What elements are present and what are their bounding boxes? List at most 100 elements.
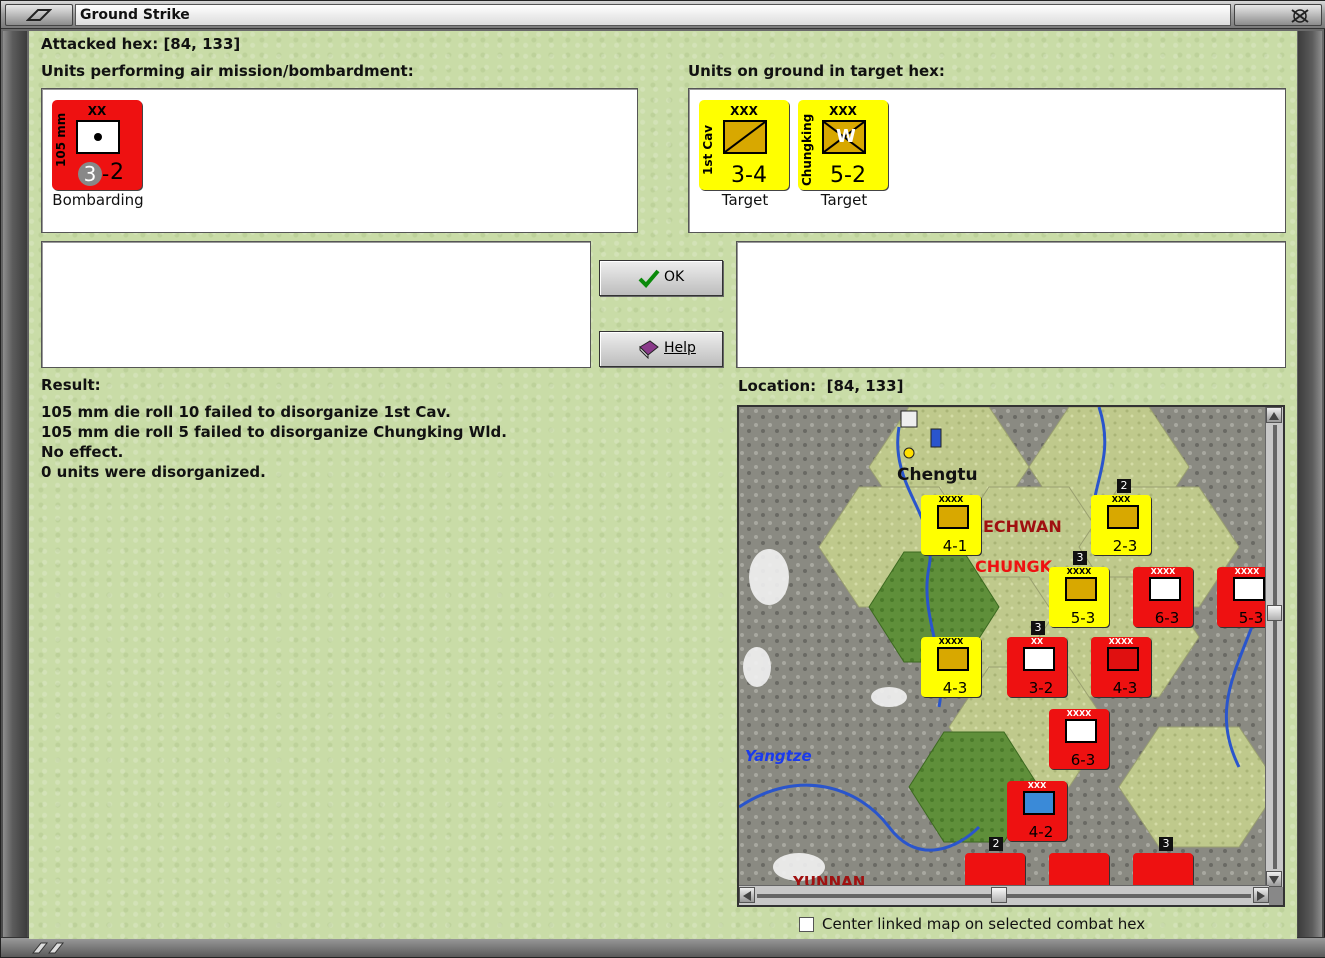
counter-size: XXXX (1066, 709, 1092, 718)
map-river-label: Yangtze (745, 747, 812, 765)
counter-size: XX (1030, 637, 1044, 646)
counter-size: XXX (1111, 495, 1131, 504)
map-unit-counter[interactable]: XXXX 5-3 (1049, 567, 1109, 627)
counter-size: XXX (1027, 781, 1047, 790)
title-bar[interactable]: Ground Strike (1, 1, 1325, 29)
resize-grip-icon (31, 942, 65, 954)
scroll-up-button[interactable] (1266, 407, 1282, 423)
unit-counter-chungking[interactable]: XXX Chungking W 5-2 (798, 100, 888, 190)
unit-symbol-icon (937, 647, 969, 671)
unit-symbol-icon (1107, 505, 1139, 529)
counter-strength: 2-3 (1112, 537, 1138, 555)
window-menu-button[interactable] (5, 4, 73, 26)
hex-map-terrain (739, 407, 1269, 887)
scroll-right-button[interactable] (1253, 887, 1269, 903)
dialog-content: Attacked hex: [84, 133] Units performing… (29, 31, 1297, 939)
counter-strength: 4-3 (942, 679, 968, 697)
map-vertical-scrollbar[interactable] (1265, 407, 1283, 887)
arrow-left-icon (743, 891, 751, 901)
stack-badge: 3 (1031, 621, 1045, 635)
unit-symbol-icon (937, 505, 969, 529)
map-unit-counter[interactable]: XXX 4-2 (1007, 781, 1067, 841)
unit-symbol-icon (1107, 647, 1139, 671)
scroll-thumb[interactable] (991, 887, 1007, 903)
hex-map-view[interactable]: Chengtu ECHWAN CHUNGK Yangtze YUNNAN XXX… (737, 405, 1285, 907)
counter-strength: 6-3 (1154, 609, 1180, 627)
unit-strength: 5-2 (830, 163, 866, 188)
help-label: Help (664, 340, 696, 356)
unit-defense-value: 2 (110, 160, 124, 185)
unit-symbol-icon (1149, 577, 1181, 601)
scroll-left-button[interactable] (739, 887, 755, 903)
bottom-frame-edge[interactable] (1, 937, 1325, 957)
ground-unit-status: Target (721, 191, 769, 209)
unit-strength: 3-4 (731, 163, 767, 188)
counter-size: XXXX (938, 637, 964, 646)
stack-badge: 2 (1117, 479, 1131, 493)
location-value: [84, 133] (826, 377, 904, 395)
counter-size: XXXX (1150, 567, 1176, 576)
result-heading: Result: (41, 376, 101, 394)
ok-button[interactable]: OK (599, 260, 723, 296)
result-line: 105 mm die roll 5 failed to disorganize … (41, 423, 507, 441)
unit-symbol-icon (1065, 719, 1097, 743)
ground-unit-status: Target (820, 191, 868, 209)
map-unit-counter[interactable]: XXXX 4-3 (1091, 637, 1151, 697)
unit-symbol-icon (1023, 791, 1055, 815)
help-book-icon (639, 340, 659, 359)
center-map-checkbox-label: Center linked map on selected combat hex (822, 915, 1146, 933)
arrow-right-icon (1257, 891, 1265, 901)
stack-badge: 3 (1159, 837, 1173, 851)
map-unit-counter[interactable]: XXXX 4-3 (921, 637, 981, 697)
ground-modifiers-panel (736, 241, 1286, 368)
scroll-thumb[interactable] (1267, 605, 1282, 621)
counter-size: XXXX (938, 495, 964, 504)
air-units-heading: Units performing air mission/bombardment… (41, 62, 414, 80)
close-button[interactable] (1234, 4, 1322, 26)
counter-strength: 4-3 (1112, 679, 1138, 697)
stack-badge: 2 (989, 837, 1003, 851)
close-icon (1291, 9, 1309, 23)
counter-size: XXXX (1108, 637, 1134, 646)
window-title: Ground Strike (80, 7, 190, 23)
air-units-panel: XX 105 mm 3 - 2 Bombarding (41, 88, 638, 233)
right-frame-edge (1298, 31, 1322, 941)
unit-counter-105mm[interactable]: XX 105 mm 3 - 2 (52, 100, 142, 190)
map-region-label: ECHWAN (983, 517, 1062, 536)
ground-units-panel: XXX 1st Cav 3-4 Target XXX Chungking W 5… (688, 88, 1286, 233)
map-unit-counter[interactable]: XXXX 4-1 (921, 495, 981, 555)
arrow-down-icon (1269, 876, 1279, 884)
unit-name: 105 mm (54, 112, 68, 168)
stack-badge: 3 (1073, 551, 1087, 565)
unit-symbol-icon (1233, 577, 1265, 601)
arrow-up-icon (1269, 412, 1279, 420)
unit-symbol-letter: W (836, 126, 856, 147)
map-horizontal-scrollbar[interactable] (739, 885, 1269, 905)
ok-label: OK (664, 269, 685, 285)
center-map-checkbox[interactable] (799, 917, 814, 932)
unit-counter-1st-cav[interactable]: XXX 1st Cav 3-4 (699, 100, 789, 190)
unit-dash: - (102, 162, 110, 186)
infantry-symbol-icon: W (822, 120, 866, 154)
restore-icon (26, 9, 52, 21)
counter-strength: 6-3 (1070, 751, 1096, 769)
map-unit-counter[interactable]: XXXX 6-3 (1133, 567, 1193, 627)
counter-size: XXXX (1066, 567, 1092, 576)
unit-attack-value: 3 (78, 162, 102, 186)
map-unit-counter[interactable]: XXX 2-3 (1091, 495, 1151, 555)
title-text-box: Ground Strike (75, 4, 1231, 26)
air-modifiers-panel (41, 241, 591, 368)
result-line: 0 units were disorganized. (41, 463, 266, 481)
air-unit-status: Bombarding (52, 191, 144, 209)
map-city-label: CHUNGK (975, 557, 1053, 576)
artillery-symbol-icon (76, 120, 120, 154)
counter-strength: 5-3 (1070, 609, 1096, 627)
map-unit-counter[interactable]: XXXX 6-3 (1049, 709, 1109, 769)
attacked-hex-row: Attacked hex: [84, 133] (41, 35, 240, 53)
counter-strength: 4-2 (1028, 823, 1054, 841)
attacked-hex-value: [84, 133] (163, 35, 241, 53)
result-line: 105 mm die roll 10 failed to disorganize… (41, 403, 451, 421)
map-unit-counter[interactable]: XX 3-2 (1007, 637, 1067, 697)
unit-symbol-icon (1065, 577, 1097, 601)
help-button[interactable]: Help (599, 331, 723, 367)
